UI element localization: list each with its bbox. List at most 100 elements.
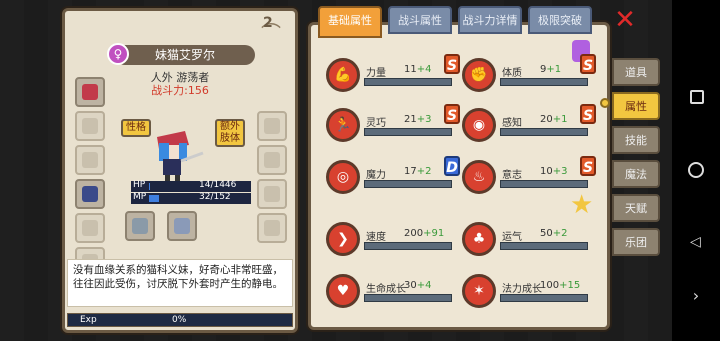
stat-name: 体质: [502, 68, 522, 79]
stat-4[interactable]: ◎ 魔力 17+2 D: [326, 156, 460, 200]
equip-slot-3[interactable]: [75, 213, 105, 243]
tab-0[interactable]: 基础属性: [318, 6, 382, 38]
stat-bonus: +4: [416, 64, 432, 75]
recents-button[interactable]: [690, 90, 704, 104]
weapon-slot-1[interactable]: [125, 211, 155, 241]
mp-bar: MP 32/152: [131, 192, 251, 204]
equip-slot-8[interactable]: [257, 213, 287, 243]
chevron-right-icon[interactable]: ›: [686, 286, 706, 306]
active-tab-pointer: [600, 98, 610, 108]
eye-icon: ◉: [462, 108, 496, 142]
stat-bonus: +2: [552, 228, 568, 239]
slot-icon: [264, 220, 280, 236]
stat-base: 21: [404, 114, 417, 125]
stat-2[interactable]: 🏃 灵巧 21+3 S: [326, 104, 460, 148]
stat-base: 50: [540, 228, 553, 239]
side-tab-4[interactable]: 天赋: [612, 194, 660, 222]
equip-slot-6[interactable]: [257, 145, 287, 175]
stat-bar: [500, 242, 588, 250]
stat-base: 17: [404, 166, 417, 177]
side-tab-0[interactable]: 道具: [612, 58, 660, 86]
stat-bar: [364, 294, 452, 302]
hp-label: HP: [133, 180, 146, 190]
mp-fill: [149, 195, 160, 202]
stat-8[interactable]: ♥ 生命成长 30+4: [326, 274, 460, 314]
stat-value: 21+3: [404, 114, 431, 125]
stat-bar: [500, 78, 588, 86]
stat-bonus: +15: [559, 280, 581, 291]
axe-icon: [174, 218, 190, 234]
stat-bar: [364, 78, 452, 86]
stat-name: 速度: [366, 232, 386, 243]
stat-bar: [364, 180, 452, 188]
side-tab-5[interactable]: 乐团: [612, 228, 660, 256]
equip-slot-1[interactable]: [75, 111, 105, 141]
slot-icon: [82, 118, 98, 134]
heart-icon: ♥: [326, 274, 360, 308]
extra-limb-tag[interactable]: 额外肢体: [215, 119, 245, 147]
game-screen: ♀ 妹猫艾罗尔 2 ⌒ 人外 游荡者 战斗力:156 性格 额外肢体 HP 14…: [0, 0, 720, 341]
stat-1[interactable]: ✊ 体质 9+1 S: [462, 54, 596, 98]
tab-1[interactable]: 战斗属性: [388, 6, 452, 34]
equip-slot-5[interactable]: [257, 111, 287, 141]
slot-icon: [82, 152, 98, 168]
stat-name: 运气: [502, 232, 522, 243]
android-nav-bar: ◁ ›: [672, 0, 720, 341]
stat-0[interactable]: 💪 力量 11+4 S: [326, 54, 460, 98]
side-tab-2[interactable]: 技能: [612, 126, 660, 154]
grade-badge: S: [444, 54, 460, 74]
costume-hanger-button[interactable]: 2 ⌒: [251, 15, 291, 47]
clover-icon: ♣: [462, 222, 496, 256]
weapon-slot-2[interactable]: [167, 211, 197, 241]
star-icon[interactable]: ★: [570, 190, 593, 220]
stat-bonus: +3: [552, 166, 568, 177]
stat-name: 力量: [366, 68, 386, 79]
wing-icon: ❯: [326, 222, 360, 256]
stat-base: 10: [540, 166, 553, 177]
equip-slot-body[interactable]: [75, 179, 105, 209]
side-tab-1[interactable]: 属性: [612, 92, 660, 120]
slot-icon: [264, 152, 280, 168]
side-tab-3[interactable]: 魔法: [612, 160, 660, 188]
grade-badge: S: [444, 104, 460, 124]
character-sprite: [157, 131, 204, 183]
hat-icon: [82, 84, 98, 100]
magic-circle-icon: ✶: [462, 274, 496, 308]
tab-3[interactable]: 极限突破: [528, 6, 592, 34]
close-button[interactable]: ✕: [612, 7, 638, 34]
stat-base: 20: [540, 114, 553, 125]
equip-slot-2[interactable]: [75, 145, 105, 175]
swirl-icon: ◎: [326, 160, 360, 194]
hp-value: 14/1446: [199, 180, 237, 190]
grade-badge: S: [580, 156, 596, 176]
home-button[interactable]: [688, 162, 704, 178]
stat-name: 法力成长: [502, 284, 542, 295]
stat-name: 意志: [502, 170, 522, 181]
character-name: 妹猫艾罗尔: [154, 48, 215, 62]
runner-icon: 🏃: [326, 108, 360, 142]
grade-badge: D: [444, 156, 460, 176]
stat-value: 11+4: [404, 64, 431, 75]
stat-value: 50+2: [540, 228, 567, 239]
back-button[interactable]: ◁: [690, 234, 701, 250]
stat-base: 11: [404, 64, 417, 75]
stat-3[interactable]: ◉ 感知 20+1 S: [462, 104, 596, 148]
stat-value: 200+91: [404, 228, 444, 239]
hp-mp-bars: HP 14/1446 MP 32/152: [131, 180, 251, 205]
exp-bar: Exp 0%: [67, 313, 293, 327]
equip-slot-head[interactable]: [75, 77, 105, 107]
tab-2[interactable]: 战斗力详情: [458, 6, 522, 34]
stat-9[interactable]: ✶ 法力成长 100+15: [462, 274, 596, 314]
stat-value: 20+1: [540, 114, 567, 125]
grade-badge: S: [580, 104, 596, 124]
stat-6[interactable]: ❯ 速度 200+91: [326, 222, 460, 262]
character-description: 没有血缘关系的猫科义妹，好奇心非常旺盛，往往因此受伤，讨厌脱下外套时产生的静电。: [67, 259, 293, 307]
stat-name: 灵巧: [366, 118, 386, 129]
stat-7[interactable]: ♣ 运气 50+2: [462, 222, 596, 262]
grade-badge: S: [580, 54, 596, 74]
stat-name: 感知: [502, 118, 522, 129]
equip-slot-7[interactable]: [257, 179, 287, 209]
stat-value: 9+1: [540, 64, 561, 75]
stat-bonus: +1: [552, 114, 568, 125]
costume-count: 2: [263, 15, 273, 31]
